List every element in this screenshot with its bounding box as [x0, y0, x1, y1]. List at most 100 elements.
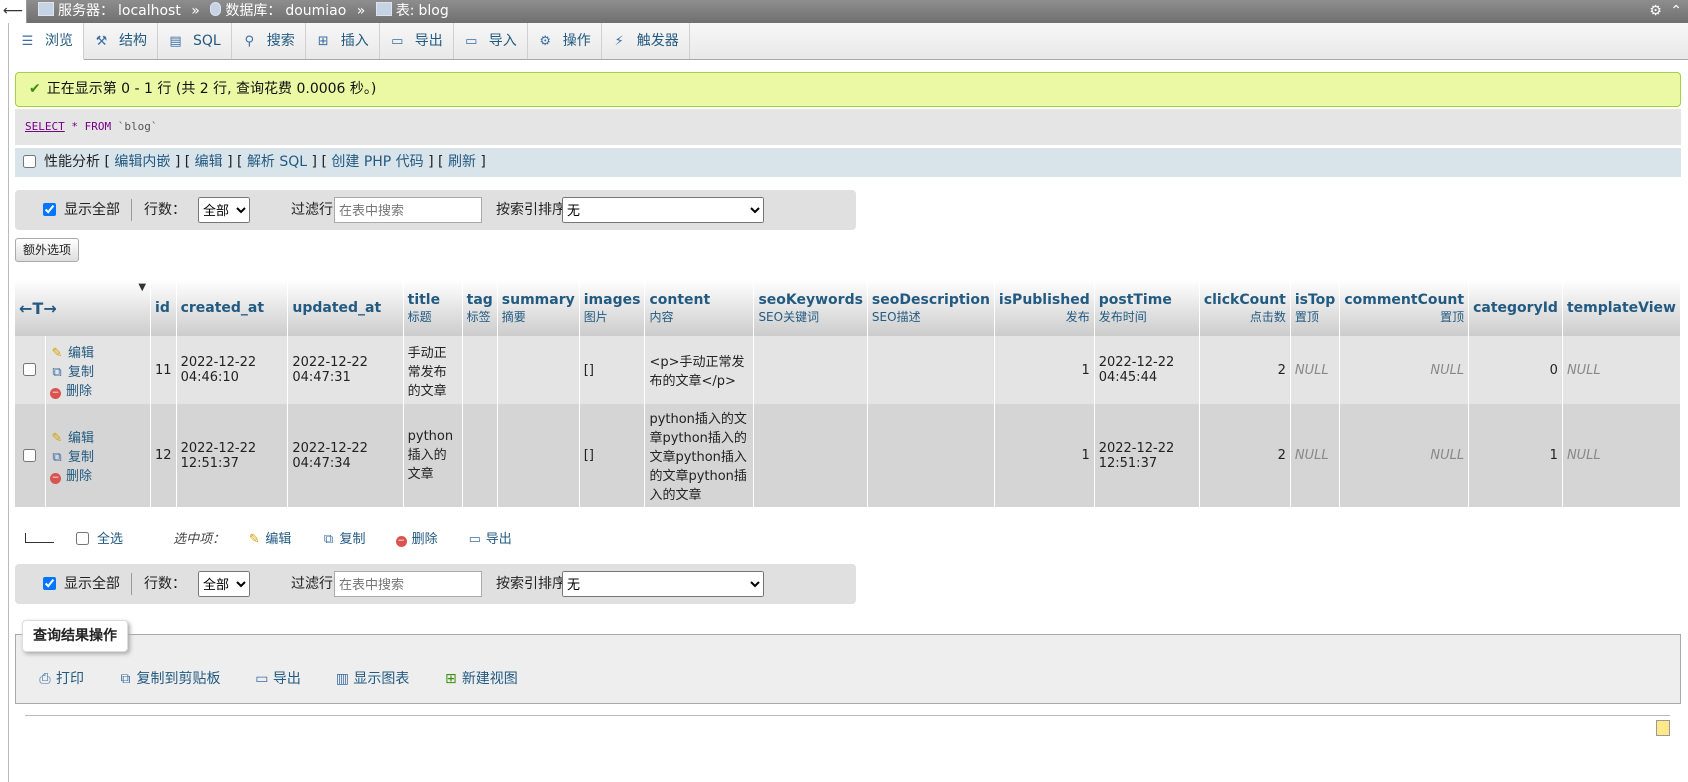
column-header-click-count[interactable]: clickCount 点击数 [1199, 280, 1291, 336]
row-edit-link[interactable]: ✎ 编辑 [50, 431, 94, 446]
copy-icon: ⧉ [323, 532, 334, 547]
sort-triangle-icon[interactable]: ▼ [138, 282, 146, 293]
export-link[interactable]: ▭ 导出 [255, 671, 301, 687]
create-php-code-link[interactable]: 创建 PHP 代码 [331, 154, 423, 170]
bulk-delete-link[interactable]: − 删除 [395, 532, 438, 547]
column-header-is-top[interactable]: isTop 置顶 [1290, 280, 1341, 336]
sql-select-keyword[interactable]: SELECT [25, 120, 65, 133]
cell-post-time: 2022-12-22 04:45:44 [1094, 336, 1200, 404]
filter-label: 过滤行: [291, 576, 338, 592]
rows-select[interactable]: 全部 [198, 571, 250, 597]
breadcrumb-table-link[interactable]: blog [419, 3, 449, 19]
tab-search[interactable]: ⚲ 搜索 [232, 23, 306, 59]
export-icon: ▭ [468, 532, 481, 547]
show-all-checkbox[interactable] [43, 577, 56, 590]
settings-gear-icon[interactable]: ⚙ [1649, 3, 1662, 19]
cell-tag [462, 404, 498, 507]
column-header-title[interactable]: title 标题 [403, 280, 463, 336]
create-view-link[interactable]: ⊞ 新建视图 [444, 671, 518, 687]
row-checkbox[interactable] [23, 363, 36, 376]
tab-triggers[interactable]: ⚡ 触发器 [602, 23, 690, 59]
row-actions: ✎ 编辑 ⧉ 复制 − 删除 [45, 404, 152, 507]
edit-inline-link[interactable]: 编辑内嵌 [114, 154, 170, 170]
collapse-top-icon[interactable]: ⌃ [1670, 3, 1682, 19]
cell-images: [] [579, 404, 646, 507]
bulk-copy-link[interactable]: ⧉ 复制 [321, 532, 366, 547]
column-arrows-icon[interactable]: ←T→ [19, 299, 57, 318]
cell-is-published: 1 [994, 404, 1095, 507]
tab-import[interactable]: ▭ 导入 [454, 23, 528, 59]
query-results-operations-title: 查询结果操作 [22, 620, 128, 652]
copy-icon: ⧉ [52, 364, 62, 380]
tab-export[interactable]: ▭ 导出 [380, 23, 454, 59]
cell-seo-keywords [753, 404, 868, 507]
cell-click-count: 2 [1199, 404, 1291, 507]
row-checkbox[interactable] [23, 448, 36, 462]
column-header-post-time[interactable]: postTime 发布时间 [1094, 280, 1200, 336]
breadcrumb-table-label: 表: [395, 3, 415, 19]
show-all-checkbox[interactable] [43, 203, 56, 216]
column-header-id[interactable]: id [150, 280, 177, 336]
breadcrumb-server-link[interactable]: localhost [118, 3, 181, 19]
edit-link[interactable]: 编辑 [195, 154, 223, 170]
cell-seo-description [867, 404, 995, 507]
cell-content: <p>手动正常发布的文章</p> [644, 336, 755, 404]
print-link[interactable]: ⎙ 打印 [38, 671, 84, 687]
explain-sql-link[interactable]: 解析 SQL [247, 154, 307, 170]
column-header-summary[interactable]: summary 摘要 [497, 280, 580, 336]
refresh-link[interactable]: 刷新 [448, 154, 476, 170]
with-selected-label: 选中项： [173, 532, 226, 547]
row-edit-link[interactable]: ✎ 编辑 [50, 346, 94, 361]
select-all-link[interactable]: 全选 [97, 532, 123, 547]
tab-operations[interactable]: ⚙ 操作 [528, 23, 602, 59]
show-all-control[interactable]: 显示全部 [43, 564, 120, 604]
delete-icon: − [50, 387, 61, 399]
cell-category-id: 0 [1468, 336, 1563, 404]
copy-to-clipboard-link[interactable]: ⧉ 复制到剪贴板 [118, 671, 220, 687]
breadcrumb-separator: » [356, 3, 366, 19]
tab-insert[interactable]: ⊞ 插入 [306, 23, 380, 59]
show-all-control[interactable]: 显示全部 [43, 190, 120, 230]
column-header-seo-keywords[interactable]: seoKeywords SEO关键词 [753, 280, 868, 336]
column-header-content[interactable]: content 内容 [644, 280, 755, 336]
filter-input[interactable] [334, 571, 482, 597]
row-delete-link[interactable]: − 删除 [50, 384, 92, 399]
sql-icon: ▤ [169, 34, 182, 49]
pencil-icon: ✎ [51, 345, 63, 361]
column-header-updated-at[interactable]: updated_at [287, 280, 404, 336]
cell-comment-count: NULL [1339, 404, 1470, 507]
column-header-tag[interactable]: tag 标签 [462, 280, 498, 336]
extra-options-button[interactable]: 额外选项 [15, 238, 79, 262]
column-header-template-view[interactable]: templateView [1562, 280, 1682, 336]
row-copy-link[interactable]: ⧉ 复制 [50, 365, 94, 380]
row-delete-link[interactable]: − 删除 [50, 469, 92, 484]
display-chart-link[interactable]: ▥ 显示图表 [335, 671, 410, 687]
profiling-checkbox[interactable] [23, 155, 36, 168]
tab-sql[interactable]: ▤ SQL [158, 23, 232, 59]
column-header-comment-count[interactable]: commentCount 置顶 [1339, 280, 1470, 336]
sort-by-index-select[interactable]: 无 [562, 197, 764, 223]
column-header-category-id[interactable]: categoryId [1468, 280, 1563, 336]
console-note-icon[interactable] [1656, 720, 1670, 736]
sort-by-index-select[interactable]: 无 [562, 571, 764, 597]
profiling-bar: 性能分析 [ 编辑内嵌 ] [ 编辑 ] [ 解析 SQL ] [ 创建 PHP… [15, 148, 1681, 177]
structure-icon: ⚒ [95, 34, 108, 49]
collapse-navigation-button[interactable]: ⟵ [0, 0, 27, 23]
tab-structure[interactable]: ⚒ 结构 [84, 23, 158, 59]
column-header-created-at[interactable]: created_at [176, 280, 289, 336]
nav-separator [131, 199, 132, 221]
row-copy-link[interactable]: ⧉ 复制 [50, 450, 94, 465]
breadcrumb-db-link[interactable]: doumiao [285, 3, 346, 19]
tab-browse[interactable]: ☰ 浏览 [10, 23, 84, 60]
filter-input[interactable] [334, 197, 482, 223]
rows-select[interactable]: 全部 [198, 197, 250, 223]
column-header-seo-description[interactable]: seoDescription SEO描述 [867, 280, 995, 336]
bulk-export-link[interactable]: ▭ 导出 [468, 532, 512, 547]
select-all-checkbox[interactable] [76, 532, 89, 545]
column-header-images[interactable]: images 图片 [579, 280, 646, 336]
cell-category-id: 1 [1468, 404, 1563, 507]
cell-is-published: 1 [994, 336, 1095, 404]
column-header-is-published[interactable]: isPublished 发布 [994, 280, 1095, 336]
bulk-edit-link[interactable]: ✎ 编辑 [247, 532, 291, 547]
rows-label: 行数： [144, 202, 186, 218]
